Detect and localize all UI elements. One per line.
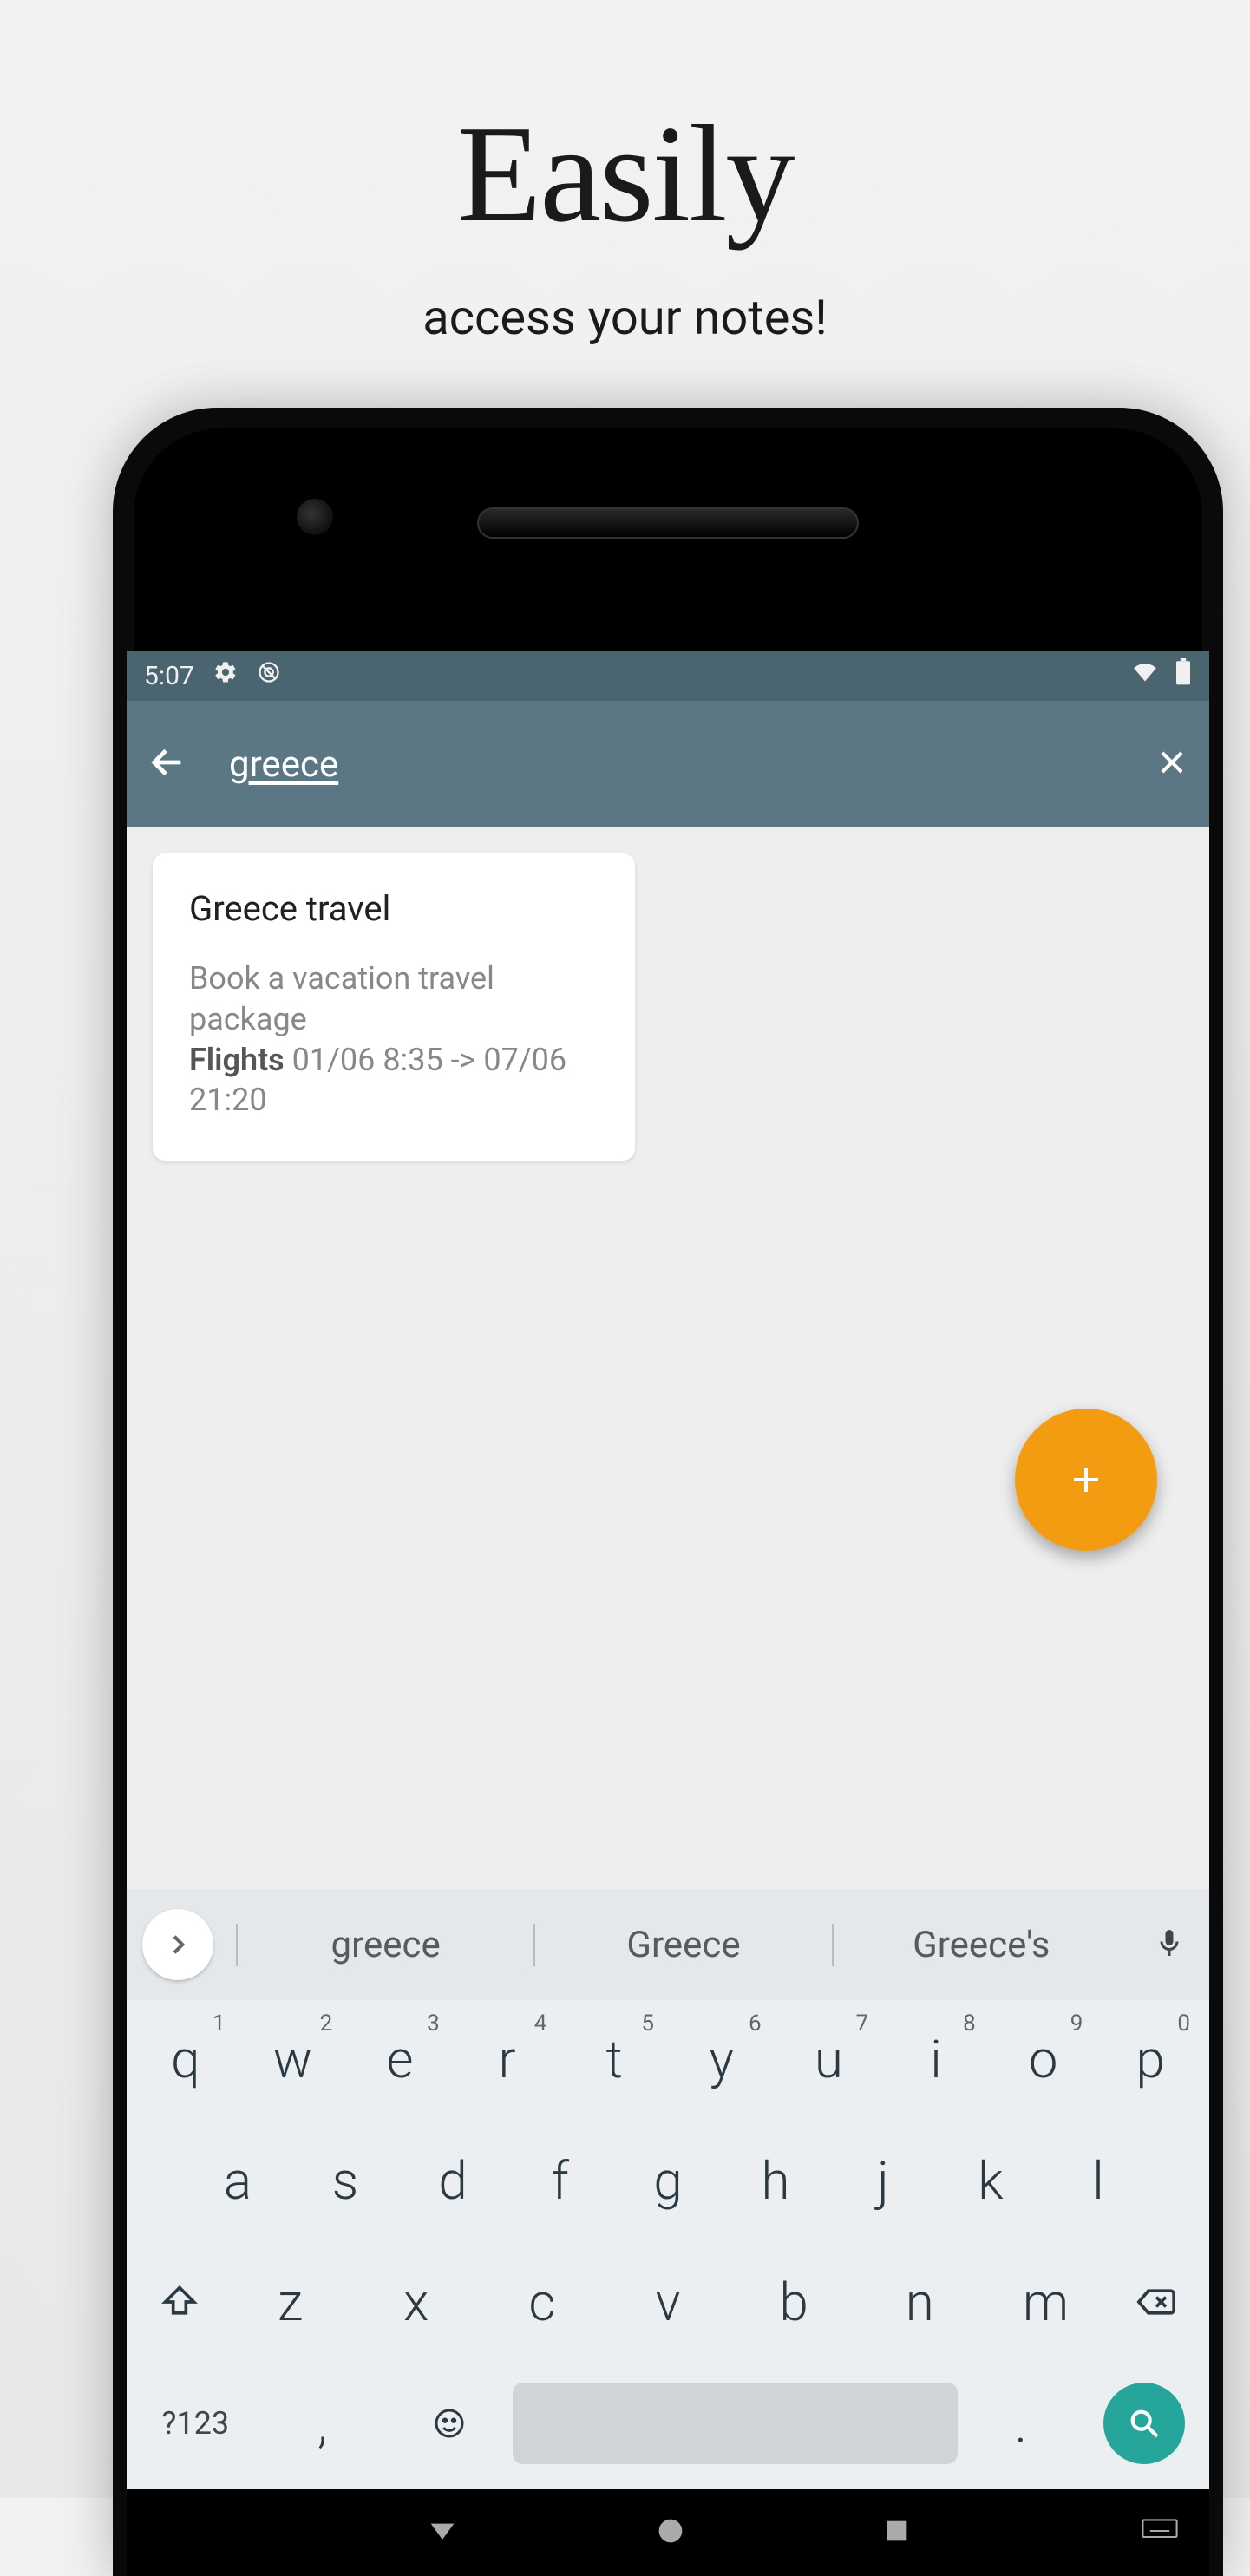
android-nav-bar <box>127 2489 1209 2576</box>
note-title: Greece travel <box>189 888 599 929</box>
status-time: 5:07 <box>144 661 194 691</box>
numpad-key[interactable]: ?123 <box>132 2371 259 2475</box>
nav-recents-icon[interactable] <box>882 2516 912 2549</box>
phone-screen: 5:07 greece <box>127 651 1209 2576</box>
comma-key[interactable]: , <box>259 2371 385 2475</box>
key-l[interactable]: l <box>1044 2128 1152 2233</box>
note-body-strong: Flights <box>189 1042 285 1078</box>
key-y[interactable]: y6 <box>668 2007 776 2111</box>
key-w[interactable]: w2 <box>239 2007 347 2111</box>
backspace-key[interactable] <box>1109 2250 1204 2354</box>
key-s[interactable]: s <box>291 2128 399 2233</box>
keyboard-suggestions: greece Greece Greece's <box>127 1889 1209 2000</box>
promo-subhead: access your notes! <box>0 289 1250 346</box>
content-area: Greece travel Book a vacation travel pac… <box>127 827 1209 1889</box>
key-g[interactable]: g <box>614 2128 722 2233</box>
key-r[interactable]: r4 <box>454 2007 561 2111</box>
search-key[interactable] <box>1103 2383 1185 2464</box>
suggestion-3[interactable]: Greece's <box>832 1924 1129 1966</box>
key-j[interactable]: j <box>829 2128 937 2233</box>
key-x[interactable]: x <box>353 2250 479 2354</box>
promo-headline: Easily <box>0 94 1250 254</box>
note-body: Book a vacation travel package Flights 0… <box>189 958 599 1121</box>
key-k[interactable]: k <box>937 2128 1044 2233</box>
key-a[interactable]: a <box>184 2128 291 2233</box>
back-arrow-icon[interactable] <box>147 742 187 786</box>
suggestion-2[interactable]: Greece <box>533 1924 831 1966</box>
close-icon[interactable] <box>1155 746 1188 782</box>
promo-header: Easily access your notes! <box>0 0 1250 346</box>
status-bar: 5:07 <box>127 651 1209 701</box>
key-n[interactable]: n <box>857 2250 983 2354</box>
key-p[interactable]: p0 <box>1096 2007 1204 2111</box>
key-m[interactable]: m <box>983 2250 1109 2354</box>
note-card[interactable]: Greece travel Book a vacation travel pac… <box>153 853 635 1161</box>
key-e[interactable]: e3 <box>346 2007 454 2111</box>
nav-back-icon[interactable] <box>425 2514 460 2552</box>
phone-camera <box>297 499 333 535</box>
suggestion-1[interactable]: greece <box>236 1924 533 1966</box>
dnd-icon <box>257 660 281 691</box>
key-o[interactable]: o9 <box>990 2007 1097 2111</box>
phone-frame: 5:07 greece <box>113 408 1223 2576</box>
spacebar-key[interactable] <box>513 2383 957 2464</box>
key-i[interactable]: i8 <box>882 2007 990 2111</box>
phone-speaker <box>477 507 859 539</box>
mic-icon[interactable] <box>1145 1927 1194 1962</box>
key-c[interactable]: c <box>479 2250 605 2354</box>
key-z[interactable]: z <box>227 2250 353 2354</box>
keyboard: q1w2e3r4t5y6u7i8o9p0 asdfghjkl zxcvbnm ?… <box>127 2000 1209 2489</box>
search-input[interactable]: greece <box>229 743 338 786</box>
key-v[interactable]: v <box>605 2250 730 2354</box>
key-t[interactable]: t5 <box>560 2007 668 2111</box>
note-body-line: Book a vacation travel package <box>189 960 494 1037</box>
nav-home-icon[interactable] <box>653 2514 688 2552</box>
emoji-key[interactable] <box>386 2371 513 2475</box>
key-u[interactable]: u7 <box>776 2007 883 2111</box>
key-d[interactable]: d <box>399 2128 507 2233</box>
key-b[interactable]: b <box>731 2250 857 2354</box>
shift-key[interactable] <box>132 2250 227 2354</box>
key-q[interactable]: q1 <box>132 2007 239 2111</box>
key-h[interactable]: h <box>722 2128 829 2233</box>
app-bar: greece <box>127 701 1209 827</box>
expand-suggestions-button[interactable] <box>142 1909 213 1980</box>
keyboard-toggle-icon[interactable] <box>1142 2518 1178 2547</box>
wifi-icon <box>1133 660 1157 691</box>
gear-icon <box>213 660 238 691</box>
add-note-fab[interactable] <box>1015 1409 1157 1551</box>
battery-icon <box>1175 658 1192 693</box>
period-key[interactable]: . <box>958 2371 1084 2475</box>
key-f[interactable]: f <box>507 2128 614 2233</box>
